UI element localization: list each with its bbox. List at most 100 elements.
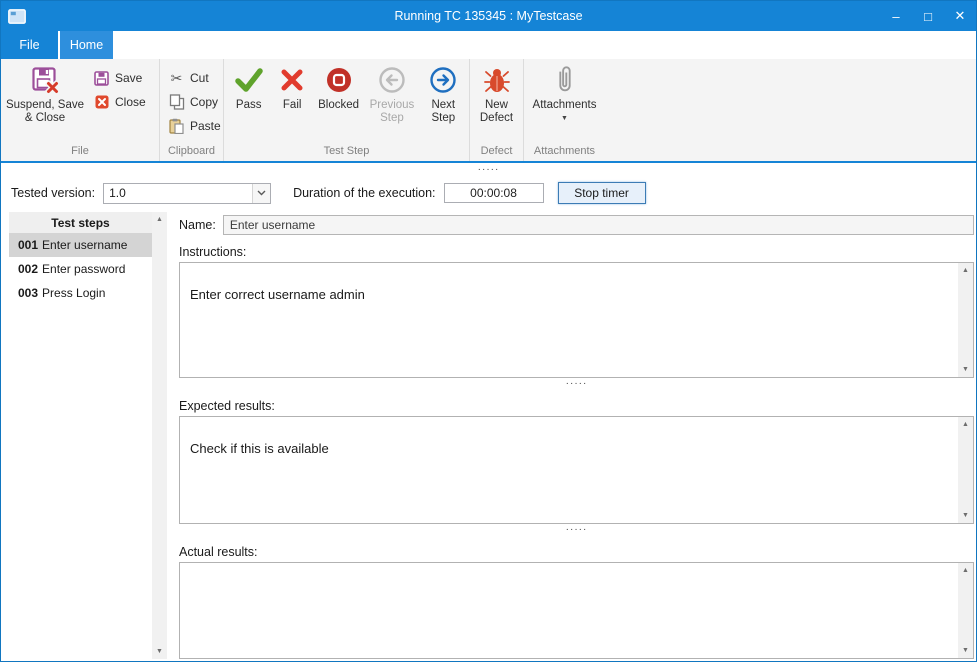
ribbon-group-attachments: Attachments ▼ Attachments [523, 59, 605, 161]
close-label: Close [115, 95, 146, 109]
paste-icon [167, 118, 186, 135]
group-label-test-step: Test Step [224, 144, 469, 161]
maximize-button[interactable]: □ [912, 1, 944, 31]
ribbon-group-clipboard: ✂ Cut Copy Paste [159, 59, 223, 161]
next-step-button[interactable]: Next Step [420, 59, 467, 144]
group-label-defect: Defect [470, 144, 523, 161]
close-button[interactable]: Close [87, 90, 151, 114]
clipboard-buttons: ✂ Cut Copy Paste [162, 59, 226, 144]
instructions-textarea[interactable]: Enter correct username admin ▲ ▼ [179, 262, 974, 378]
save-icon [92, 70, 111, 87]
test-steps-list: 001 Enter username 002 Enter password 00… [9, 233, 152, 659]
tested-version-combobox[interactable]: 1.0 [103, 183, 271, 204]
tested-version-value: 1.0 [104, 184, 252, 203]
paste-label: Paste [190, 119, 221, 133]
step-name-input[interactable] [223, 215, 974, 235]
instructions-scrollbar[interactable]: ▲ ▼ [958, 263, 973, 377]
titlebar: Running TC 135345 : MyTestcase – □ ✕ [1, 1, 976, 31]
cut-label: Cut [190, 71, 209, 85]
save-label: Save [115, 71, 142, 85]
new-defect-icon [484, 64, 510, 96]
test-steps-header: Test steps [9, 212, 152, 233]
attachments-icon [554, 64, 576, 96]
ribbon-group-defect: New Defect Defect [469, 59, 523, 161]
attachments-button[interactable]: Attachments ▼ [526, 59, 603, 144]
tab-home[interactable]: Home [60, 31, 113, 59]
content-area: Test steps 001 Enter username 002 Enter … [1, 210, 976, 661]
scroll-up-icon[interactable]: ▲ [152, 212, 167, 227]
test-steps-panel: Test steps 001 Enter username 002 Enter … [9, 212, 167, 659]
execution-toolbar: Tested version: 1.0 Duration of the exec… [1, 176, 976, 210]
expected-results-scrollbar[interactable]: ▲ ▼ [958, 417, 973, 523]
suspend-save-close-button[interactable]: Suspend, Save & Close [3, 59, 87, 144]
scroll-down-icon[interactable]: ▼ [958, 643, 973, 658]
window-controls: – □ ✕ [880, 1, 976, 31]
ribbon-group-file: Suspend, Save & Close Save Close [1, 59, 159, 161]
ribbon-tab-row: File Home [1, 31, 976, 59]
pass-button[interactable]: Pass [226, 59, 271, 144]
next-step-label: Next Step [420, 99, 467, 125]
actual-results-label: Actual results: [179, 545, 974, 559]
new-defect-label: New Defect [472, 99, 521, 125]
splitter-instructions-expected[interactable]: ····· [179, 378, 974, 390]
ribbon-group-test-step: Pass Fail Blocked [223, 59, 469, 161]
scroll-down-icon[interactable]: ▼ [958, 362, 973, 377]
close-window-button[interactable]: ✕ [944, 1, 976, 31]
instructions-text: Enter correct username admin [180, 263, 958, 377]
blocked-button[interactable]: Blocked [313, 59, 364, 144]
cut-icon: ✂ [167, 70, 186, 87]
duration-input[interactable] [444, 183, 544, 203]
stop-timer-button[interactable]: Stop timer [558, 182, 646, 204]
save-button[interactable]: Save [87, 66, 151, 90]
expected-results-text: Check if this is available [180, 417, 958, 523]
actual-results-text [180, 563, 958, 658]
test-step-item-003[interactable]: 003 Press Login [9, 281, 152, 305]
pass-icon [234, 64, 264, 96]
test-step-item-002[interactable]: 002 Enter password [9, 257, 152, 281]
actual-results-scrollbar[interactable]: ▲ ▼ [958, 563, 973, 658]
chevron-down-icon[interactable] [252, 184, 270, 203]
fail-button[interactable]: Fail [271, 59, 312, 144]
blocked-label: Blocked [318, 99, 359, 112]
scroll-down-icon[interactable]: ▼ [152, 644, 167, 659]
scroll-up-icon[interactable]: ▲ [958, 563, 973, 578]
copy-label: Copy [190, 95, 218, 109]
name-row: Name: [179, 214, 974, 236]
pass-label: Pass [236, 99, 262, 112]
attachments-label: Attachments [533, 99, 597, 112]
previous-step-icon [378, 64, 406, 96]
previous-step-button[interactable]: Previous Step [364, 59, 419, 144]
ribbon-collapse-handle[interactable]: ····· [478, 166, 500, 174]
cut-button[interactable]: ✂ Cut [162, 66, 226, 90]
new-defect-button[interactable]: New Defect [472, 59, 521, 144]
app-icon[interactable] [8, 9, 26, 24]
fail-icon [279, 64, 305, 96]
previous-step-label: Previous Step [364, 99, 419, 125]
group-label-clipboard: Clipboard [160, 144, 223, 161]
scroll-up-icon[interactable]: ▲ [958, 263, 973, 278]
minimize-button[interactable]: – [880, 1, 912, 31]
copy-button[interactable]: Copy [162, 90, 226, 114]
splitter-expected-actual[interactable]: ····· [179, 524, 974, 536]
scroll-down-icon[interactable]: ▼ [958, 508, 973, 523]
group-label-file: File [1, 144, 159, 161]
fail-label: Fail [283, 99, 302, 112]
window-title: Running TC 135345 : MyTestcase [1, 1, 976, 31]
paste-button[interactable]: Paste [162, 114, 226, 138]
group-label-attachments: Attachments [524, 144, 605, 161]
file-group-small-buttons: Save Close [87, 59, 151, 144]
expected-results-label: Expected results: [179, 399, 974, 413]
ribbon-collapse-row: ····· [1, 163, 976, 176]
scroll-up-icon[interactable]: ▲ [958, 417, 973, 432]
step-detail-panel: Name: Instructions: Enter correct userna… [179, 212, 974, 659]
next-step-icon [429, 64, 457, 96]
instructions-label: Instructions: [179, 245, 974, 259]
expected-results-textarea[interactable]: Check if this is available ▲ ▼ [179, 416, 974, 524]
test-step-item-001[interactable]: 001 Enter username [9, 233, 152, 257]
tab-file[interactable]: File [1, 31, 58, 59]
actual-results-textarea[interactable]: ▲ ▼ [179, 562, 974, 659]
test-steps-scrollbar[interactable]: ▲ ▼ [152, 212, 167, 659]
attachments-dropdown-icon[interactable]: ▼ [561, 115, 568, 122]
suspend-save-close-label: Suspend, Save & Close [3, 99, 87, 125]
duration-label: Duration of the execution: [293, 186, 435, 200]
